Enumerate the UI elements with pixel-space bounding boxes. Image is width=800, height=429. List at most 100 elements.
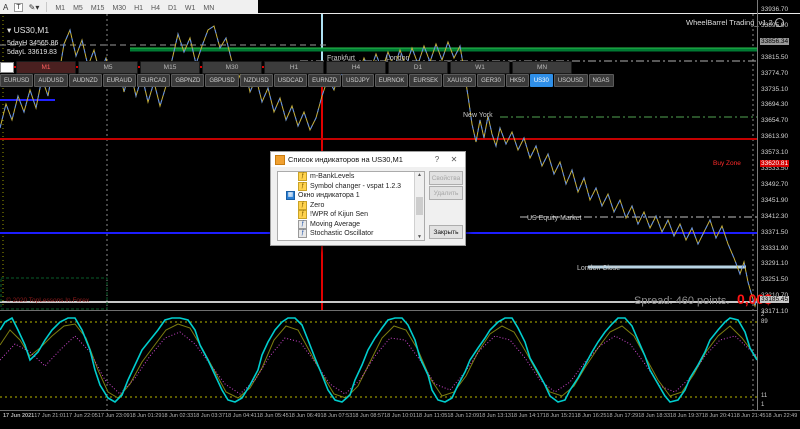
session-label-new-york: New York xyxy=(463,112,493,119)
symbol-tab-eurusd[interactable]: EURUSD xyxy=(0,74,34,87)
timeframe-tab-mn[interactable]: MN xyxy=(512,61,572,74)
current-price-box: 33185.45 xyxy=(760,296,790,303)
toolbar-timeframe-m15[interactable]: M15 xyxy=(91,5,105,12)
indicator-item-label: Окно индикатора 1 xyxy=(298,192,360,200)
time-axis-label: 18 Jun 19:37 xyxy=(670,413,702,419)
indicator-list-item[interactable]: ƒ !WPR of Kijun Sen xyxy=(278,210,424,220)
blank-swatch[interactable] xyxy=(0,62,14,73)
symbol-tab-ger30[interactable]: GER30 xyxy=(477,74,505,87)
time-axis-label: 18 Jun 02:33 xyxy=(161,413,194,419)
price-axis-label: 33735.10 xyxy=(761,85,789,93)
timeframe-tab-h1[interactable]: H1 xyxy=(264,61,324,74)
symbol-tab-euraud[interactable]: EURAUD xyxy=(102,74,137,87)
toolbar-timeframe-m5[interactable]: M5 xyxy=(73,5,83,12)
spread-label: Spread: 460 points. xyxy=(634,295,730,307)
scroll-up-icon[interactable]: ▲ xyxy=(417,172,422,178)
toolbar-timeframe-h1[interactable]: H1 xyxy=(134,5,143,12)
toolbar-timeframe-h4[interactable]: H4 xyxy=(151,5,160,12)
symbol-tab-usousd[interactable]: USOUSD xyxy=(553,74,588,87)
indicator-list-item[interactable]: ƒ m-BankLevels xyxy=(278,172,424,182)
price-axis-label: 33573.10 xyxy=(761,149,789,157)
session-label-us-equity: US Equity Market xyxy=(527,215,582,222)
toolbar-timeframes: M1 M5 M15 M30 H1 H4 D1 W1 MN xyxy=(51,3,218,12)
scroll-thumb[interactable] xyxy=(416,197,423,215)
session-label-london-close: London Close xyxy=(577,265,621,272)
toolbar-timeframe-mn[interactable]: MN xyxy=(203,5,214,12)
timeframe-tab-d1[interactable]: D1 xyxy=(388,61,448,74)
time-axis-separator xyxy=(0,410,800,411)
indicator-function-icon: ƒ xyxy=(298,210,307,220)
dialog-title: Список индикаторов на US30,M1 xyxy=(288,155,403,164)
indicator-list-item[interactable]: ƒ Stochastic Oscillator xyxy=(278,229,424,239)
chart-top-border xyxy=(253,13,800,14)
chart-symbol-label[interactable]: ▾ US30,M1 xyxy=(7,25,49,36)
symbol-tab-hk50[interactable]: HK50 xyxy=(505,74,529,87)
price-axis-label: 33251.50 xyxy=(761,276,789,284)
text-tool-icon[interactable]: A xyxy=(3,3,8,12)
properties-button: Свойства xyxy=(429,171,463,185)
timeframe-tab-w1[interactable]: W1 xyxy=(450,61,510,74)
oscillator-scale-label: 1 xyxy=(761,402,765,408)
scroll-down-icon[interactable]: ▼ xyxy=(417,234,422,240)
time-axis-label: 18 Jun 06:49 xyxy=(288,413,321,419)
indicator-list-item[interactable]: ƒ Zero xyxy=(278,200,424,211)
toolbar-timeframe-m30[interactable]: M30 xyxy=(112,5,126,12)
oscillator-cyan-line xyxy=(0,316,758,403)
indicator-item-label: Stochastic Oscillator xyxy=(310,230,374,238)
timeframe-tab-m30[interactable]: M30 xyxy=(202,61,262,74)
toolbar-timeframe-d1[interactable]: D1 xyxy=(168,5,177,12)
symbol-tab-ngas[interactable]: NGAS xyxy=(588,74,614,87)
time-axis-label: 18 Jun 10:01 xyxy=(384,413,416,419)
time-axis-label: 18 Jun 17:29 xyxy=(606,413,639,419)
symbol-tab-eurnok[interactable]: EURNOK xyxy=(374,74,409,87)
symbol-tab-usdjpy[interactable]: USDJPY xyxy=(342,74,374,87)
timeframe-tab-m1[interactable]: M1 xyxy=(16,61,76,74)
symbol-tab-gbpnzd[interactable]: GBPNZD xyxy=(171,74,205,87)
indicator-list-item[interactable]: ▦ Окно индикатора 1 xyxy=(278,191,424,201)
time-axis-label: 17 Jun 21:01 xyxy=(34,413,66,419)
symbol-tab-eursek[interactable]: EURSEK xyxy=(409,74,443,87)
close-button[interactable]: Закрыть xyxy=(429,225,463,239)
mt4-window: { "toolbar": { "icon_a": "A", "icon_t": … xyxy=(0,0,800,429)
time-axis-label: 18 Jun 12:09 xyxy=(447,413,480,419)
timeframe-tab-m15[interactable]: M15 xyxy=(140,61,200,74)
help-button[interactable]: ? xyxy=(430,155,444,164)
symbol-tab-gbpusd[interactable]: GBPUSD xyxy=(205,74,239,87)
top-toolbar: A T ✎▾ M1 M5 M15 M30 H1 H4 D1 W1 MN xyxy=(0,0,258,14)
price-axis-label: 33856.34 xyxy=(760,37,790,45)
indicator-window-separator[interactable] xyxy=(0,310,757,311)
draw-tool-icon[interactable]: ✎▾ xyxy=(29,3,40,12)
symbol-tab-eurcad[interactable]: EURCAD xyxy=(137,74,171,87)
list-scrollbar[interactable]: ▲ ▼ xyxy=(414,172,424,240)
price-axis-label: 33412.30 xyxy=(761,212,789,220)
dialog-title-bar[interactable]: Список индикаторов на US30,M1 ? ✕ xyxy=(271,152,465,167)
indicator-list-item[interactable]: ƒ Symbol changer - vspat 1.2.3 xyxy=(278,181,424,192)
five-day-low-label: 5dayL 33619.83 xyxy=(7,49,57,56)
indicator-function-icon: ƒ xyxy=(298,172,307,182)
symbol-tab-eurnzd[interactable]: EURNZD xyxy=(308,74,342,87)
symbol-tab-audnzd[interactable]: AUDNZD xyxy=(68,74,102,87)
toolbar-timeframe-w1[interactable]: W1 xyxy=(185,5,196,12)
price-axis[interactable]: 33936.70 33895.90 33856.34 33815.50 33774.70… xyxy=(758,0,800,411)
symbol-tab-us30[interactable]: US30 xyxy=(529,74,553,87)
close-icon[interactable]: ✕ xyxy=(447,155,461,164)
symbol-tab-usdcad[interactable]: USDCAD xyxy=(273,74,308,87)
delete-button: Удалить xyxy=(429,186,463,200)
label-tool-icon[interactable]: T xyxy=(14,2,23,12)
timeframe-button-bar: M1 M5 M15 M30 H1 H4 D1 W1 MN xyxy=(0,61,572,74)
indicator-list[interactable]: ƒ m-BankLevels ƒ Symbol changer - vspat 1.2… xyxy=(277,171,425,241)
timeframe-tab-h4[interactable]: H4 xyxy=(326,61,386,74)
time-axis[interactable]: 17 Jun 2021 17 Jun 21:01 17 Jun 22:05 17 Ju… xyxy=(0,413,798,419)
oscillator-scale-label: 89 xyxy=(761,319,768,325)
symbol-tab-xauusd[interactable]: XAUUSD xyxy=(443,74,477,87)
toolbar-timeframe-m1[interactable]: M1 xyxy=(55,5,65,12)
oscillator-magenta-line xyxy=(0,331,758,395)
symbol-tab-nzdusd[interactable]: NZDUSD xyxy=(239,74,273,87)
time-axis-label: 17 Jun 22:05 xyxy=(66,413,98,419)
indicator-window-icon: ▦ xyxy=(286,191,295,201)
indicator-item-label: Zero xyxy=(310,201,325,209)
price-axis-label: 33451.90 xyxy=(761,196,789,204)
indicator-list-item[interactable]: ƒ Moving Average xyxy=(278,219,424,230)
symbol-tab-audusd[interactable]: AUDUSD xyxy=(34,74,68,87)
timeframe-tab-m5[interactable]: M5 xyxy=(78,61,138,74)
